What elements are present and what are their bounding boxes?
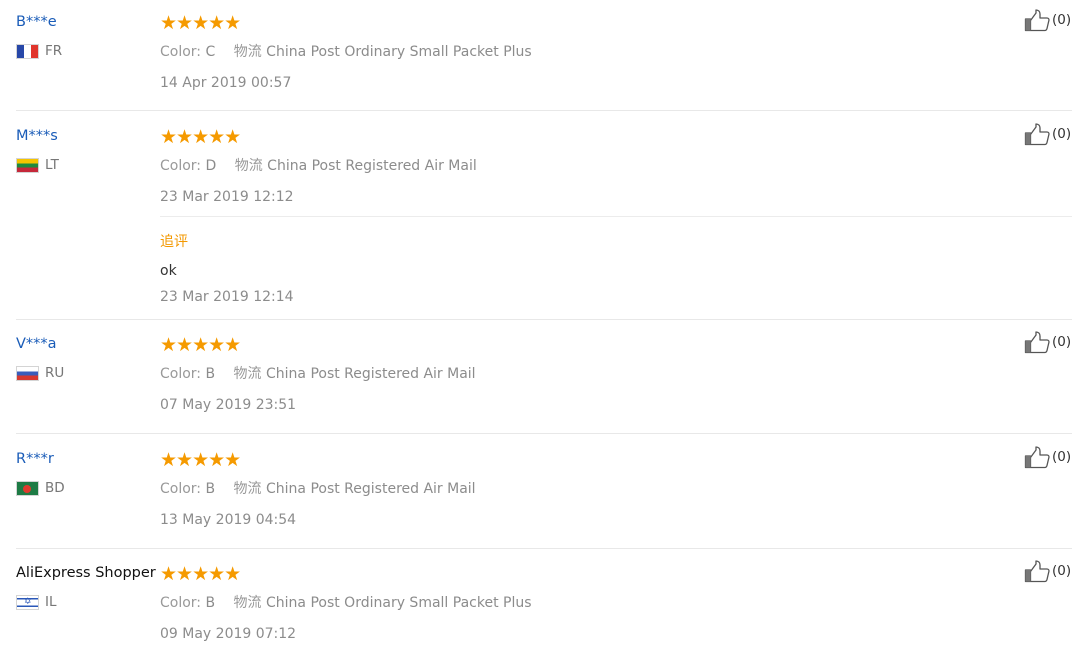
flag-ru-icon bbox=[16, 365, 39, 381]
review-divider bbox=[16, 110, 1072, 111]
country-code: IL bbox=[45, 594, 57, 610]
followup-divider bbox=[160, 216, 1072, 217]
review-item: V***a RU ★★★★★ Color: B 物流 China Post Re… bbox=[0, 331, 1092, 416]
review-attributes: Color: C 物流 China Post Ordinary Small Pa… bbox=[160, 41, 532, 61]
logistics-label: 物流 bbox=[233, 481, 262, 497]
logistics-label: 物流 bbox=[233, 366, 262, 382]
reviewer-name[interactable]: R***r bbox=[16, 451, 54, 467]
logistics-value: China Post Registered Air Mail bbox=[266, 366, 476, 382]
helpful-count: (0) bbox=[1052, 563, 1072, 579]
color-label: Color: bbox=[160, 481, 202, 497]
reviewer-name[interactable]: V***a bbox=[16, 336, 57, 352]
thumbs-up-icon bbox=[1024, 331, 1050, 354]
star-rating: ★★★★★ bbox=[160, 12, 241, 34]
thumbs-up-icon bbox=[1024, 9, 1050, 32]
color-label: Color: bbox=[160, 44, 202, 60]
color-label: Color: bbox=[160, 366, 202, 382]
thumbs-up-icon bbox=[1024, 446, 1050, 469]
star-icon: ★★★★★ bbox=[160, 449, 241, 471]
color-value: B bbox=[205, 366, 216, 382]
star-rating: ★★★★★ bbox=[160, 563, 241, 585]
helpful-count: (0) bbox=[1052, 449, 1072, 465]
color-label: Color: bbox=[160, 595, 202, 611]
star-icon: ★★★★★ bbox=[160, 12, 241, 34]
star-icon: ★★★★★ bbox=[160, 334, 241, 356]
reviewer-name: AliExpress Shopper bbox=[16, 565, 156, 581]
flag-lt-icon bbox=[16, 157, 39, 173]
review-date: 07 May 2019 23:51 bbox=[160, 397, 297, 413]
color-value: B bbox=[205, 481, 216, 497]
reviewer-country: FR bbox=[16, 43, 62, 59]
thumbs-up-icon bbox=[1024, 123, 1050, 146]
country-code: FR bbox=[45, 43, 63, 59]
review-divider bbox=[16, 319, 1072, 320]
flag-fr-icon bbox=[16, 43, 39, 59]
star-icon: ★★★★★ bbox=[160, 563, 241, 585]
review-item: B***e FR ★★★★★ Color: C 物流 China Post Or… bbox=[0, 9, 1092, 94]
review-attributes: Color: B 物流 China Post Registered Air Ma… bbox=[160, 478, 476, 498]
followup-date: 23 Mar 2019 12:14 bbox=[160, 289, 294, 305]
review-item: AliExpress Shopper IL ★★★★★ Color: B 物流 … bbox=[0, 560, 1092, 645]
review-divider bbox=[16, 548, 1072, 549]
followup-label: 追评 bbox=[160, 234, 188, 250]
helpful-button[interactable]: (0) bbox=[1024, 559, 1071, 583]
review-attributes: Color: B 物流 China Post Registered Air Ma… bbox=[160, 363, 476, 383]
reviewer-country: BD bbox=[16, 480, 65, 496]
review-date: 13 May 2019 04:54 bbox=[160, 512, 297, 528]
country-code: RU bbox=[45, 365, 65, 381]
reviewer-country: IL bbox=[16, 594, 57, 610]
reviewer-name[interactable]: B***e bbox=[16, 14, 57, 30]
star-rating: ★★★★★ bbox=[160, 449, 241, 471]
reviewer-name[interactable]: M***s bbox=[16, 128, 58, 144]
review-item: R***r BD ★★★★★ Color: B 物流 China Post Re… bbox=[0, 446, 1092, 531]
helpful-count: (0) bbox=[1052, 12, 1072, 28]
helpful-count: (0) bbox=[1052, 334, 1072, 350]
followup-text: ok bbox=[160, 263, 177, 279]
helpful-button[interactable]: (0) bbox=[1024, 8, 1071, 32]
flag-bd-icon bbox=[16, 480, 39, 496]
reviewer-country: LT bbox=[16, 157, 59, 173]
logistics-value: China Post Registered Air Mail bbox=[267, 158, 477, 174]
country-code: BD bbox=[45, 480, 65, 496]
helpful-count: (0) bbox=[1052, 126, 1072, 142]
color-value: B bbox=[205, 595, 216, 611]
color-value: C bbox=[205, 44, 216, 60]
star-rating: ★★★★★ bbox=[160, 126, 241, 148]
helpful-button[interactable]: (0) bbox=[1024, 122, 1071, 146]
star-icon: ★★★★★ bbox=[160, 126, 241, 148]
country-code: LT bbox=[45, 157, 59, 173]
review-attributes: Color: D 物流 China Post Registered Air Ma… bbox=[160, 155, 477, 175]
logistics-label: 物流 bbox=[234, 158, 263, 174]
review-divider bbox=[16, 433, 1072, 434]
review-item: M***s LT ★★★★★ Color: D 物流 China Post Re… bbox=[0, 123, 1092, 308]
logistics-label: 物流 bbox=[233, 595, 262, 611]
helpful-button[interactable]: (0) bbox=[1024, 330, 1071, 354]
logistics-value: China Post Registered Air Mail bbox=[266, 481, 476, 497]
review-attributes: Color: B 物流 China Post Ordinary Small Pa… bbox=[160, 592, 532, 612]
logistics-value: China Post Ordinary Small Packet Plus bbox=[266, 595, 532, 611]
thumbs-up-icon bbox=[1024, 560, 1050, 583]
review-date: 23 Mar 2019 12:12 bbox=[160, 189, 294, 205]
logistics-value: China Post Ordinary Small Packet Plus bbox=[266, 44, 532, 60]
flag-il-icon bbox=[16, 594, 39, 610]
reviewer-country: RU bbox=[16, 365, 64, 381]
color-value: D bbox=[205, 158, 217, 174]
star-rating: ★★★★★ bbox=[160, 334, 241, 356]
review-date: 14 Apr 2019 00:57 bbox=[160, 75, 292, 91]
color-label: Color: bbox=[160, 158, 202, 174]
helpful-button[interactable]: (0) bbox=[1024, 445, 1071, 469]
review-date: 09 May 2019 07:12 bbox=[160, 626, 297, 642]
logistics-label: 物流 bbox=[233, 44, 262, 60]
